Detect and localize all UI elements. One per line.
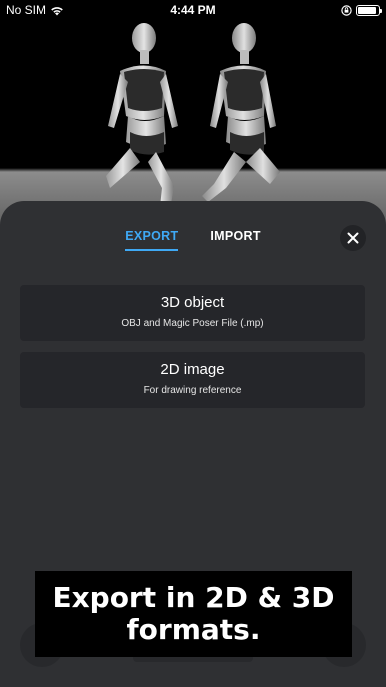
promo-banner: Export in 2D & 3D formats. [35,571,352,657]
status-bar: No SIM 4:44 PM [0,0,386,20]
battery-icon [356,4,382,16]
battery-level [358,6,376,14]
status-right [341,4,382,16]
carrier-label: No SIM [6,3,47,17]
promo-banner-text: Export in 2D & 3D formats. [52,581,335,646]
tab-bar: EXPORT IMPORT [0,229,386,251]
option-title: 2D image [160,361,225,378]
option-subtitle: For drawing reference [143,385,242,396]
export-2d-image-option[interactable]: 2D image For drawing reference [20,352,365,408]
export-3d-object-option[interactable]: 3D object OBJ and Magic Poser File (.mp) [20,285,365,341]
status-left: No SIM [6,3,64,17]
option-subtitle: OBJ and Magic Poser File (.mp) [121,318,264,329]
close-button[interactable] [340,225,366,251]
orientation-lock-icon [341,4,352,16]
option-title: 3D object [160,294,225,311]
wifi-icon [51,6,63,15]
tab-import[interactable]: IMPORT [210,229,260,251]
tab-export[interactable]: EXPORT [125,229,179,251]
close-icon [347,232,359,244]
